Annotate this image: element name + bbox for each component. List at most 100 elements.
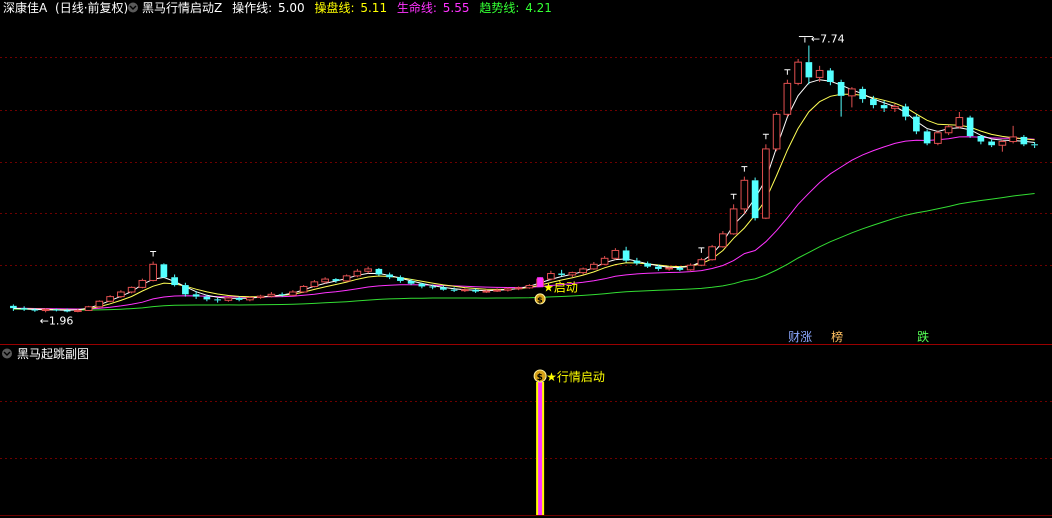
- candle-body: [998, 141, 1007, 146]
- sub-start-signal-label: ★行情启动: [546, 370, 605, 384]
- candle: [224, 296, 233, 302]
- candle: [547, 270, 555, 281]
- indicator-header: 黑马行情启动Z 操作线: 5.00 操盘线: 5.11 生命线: 5.55 趋势…: [142, 0, 552, 15]
- candle: [364, 266, 372, 274]
- candle: [299, 285, 308, 293]
- candle-body: [762, 148, 770, 219]
- candle-body: [676, 268, 684, 270]
- candle: [256, 294, 265, 299]
- doji-mark: [741, 166, 748, 172]
- candle: [805, 45, 813, 85]
- chevron-down-icon[interactable]: [2, 348, 12, 359]
- candle-body: [63, 310, 71, 312]
- candle-body: [375, 268, 383, 275]
- chevron-down-icon[interactable]: [128, 2, 138, 13]
- candle: [160, 263, 168, 279]
- candle-body: [977, 136, 985, 142]
- candle-body: [600, 257, 609, 265]
- candle-body: [31, 309, 39, 311]
- candle-body: [665, 267, 673, 270]
- candle: [794, 58, 802, 86]
- candle-body: [95, 300, 104, 308]
- candle: [342, 274, 351, 282]
- candle-body: [848, 88, 856, 97]
- candle-body: [880, 105, 888, 109]
- candle-body: [353, 270, 362, 277]
- candle-body: [805, 62, 813, 78]
- candle: [998, 139, 1007, 152]
- cp-label: 操盘线:: [314, 0, 354, 15]
- doji-mark: [784, 69, 791, 75]
- candle-body: [182, 285, 189, 295]
- candle-body: [988, 141, 995, 146]
- candle-body: [106, 296, 114, 302]
- candle-body: [117, 291, 125, 298]
- candle-body: [397, 277, 404, 281]
- candle: [525, 284, 534, 289]
- candle: [20, 306, 28, 311]
- candle: [988, 139, 995, 148]
- candle-body: [246, 297, 254, 301]
- candle: [665, 267, 673, 271]
- candle: [827, 68, 834, 86]
- candle: [171, 274, 178, 287]
- candle: [977, 135, 985, 145]
- candle-body: [267, 293, 276, 297]
- qs-label: 趋势线:: [479, 1, 519, 15]
- doji-mark: [762, 133, 769, 140]
- dollar-glyph: $: [537, 373, 543, 383]
- candle-body: [160, 264, 168, 278]
- candle-body: [53, 309, 60, 311]
- candle: [686, 263, 695, 271]
- low-price-label: ←1.96: [40, 314, 74, 327]
- candle: [214, 298, 221, 303]
- candle-body: [418, 283, 426, 287]
- candle: [138, 278, 147, 289]
- candle: [95, 300, 104, 308]
- candle: [955, 112, 964, 129]
- candle-body: [493, 289, 501, 292]
- candle-body: [902, 106, 909, 117]
- candle-body: [214, 299, 221, 301]
- cp-value: 5.11: [360, 1, 387, 15]
- candle: [751, 177, 759, 221]
- candle-body: [289, 291, 297, 296]
- candle-body: [127, 286, 136, 293]
- candle-body: [827, 70, 834, 82]
- candle: [923, 129, 931, 146]
- candle-body: [751, 180, 759, 219]
- candle: [590, 262, 598, 270]
- candle: [386, 272, 393, 280]
- candle-body: [590, 263, 598, 270]
- sm-value: 5.55: [443, 1, 470, 15]
- news-tag: 财涨: [788, 329, 812, 344]
- sm-label: 生命线:: [397, 0, 437, 15]
- candle-body: [192, 294, 200, 297]
- candle-body: [299, 285, 308, 293]
- candle-body: [719, 233, 727, 248]
- indicator-name: 黑马行情启动Z: [142, 1, 222, 15]
- candle: [848, 87, 856, 108]
- cz-label: 操作线:: [232, 0, 272, 15]
- candle: [729, 204, 738, 235]
- candle: [913, 114, 920, 135]
- candle-body: [837, 82, 845, 96]
- candle: [461, 288, 469, 292]
- candle: [332, 278, 340, 283]
- candle: [934, 130, 942, 146]
- candle-body: [20, 308, 28, 310]
- candle-body: [1020, 136, 1028, 145]
- indicator-dropdown[interactable]: [128, 2, 138, 13]
- candle-body: [482, 290, 491, 293]
- candle-body: [472, 289, 479, 292]
- news-tag: 榜: [831, 329, 843, 344]
- candle: [762, 144, 770, 220]
- candle: [440, 285, 447, 291]
- candle-body: [429, 286, 436, 288]
- candle-body: [84, 306, 93, 311]
- candle-body: [364, 268, 372, 272]
- candle: [310, 280, 319, 288]
- sub-chart[interactable]: $ ★行情启动: [533, 369, 605, 515]
- sub-indicator-dropdown[interactable]: [2, 348, 12, 359]
- candle-body: [655, 266, 662, 269]
